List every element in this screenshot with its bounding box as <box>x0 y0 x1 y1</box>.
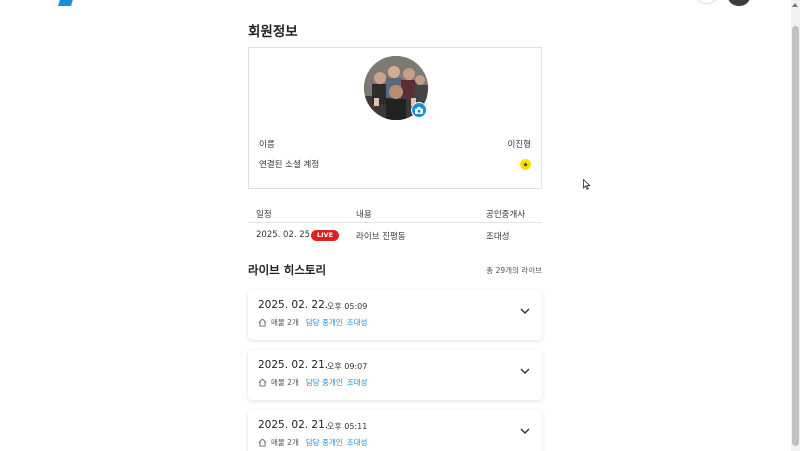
history-count: 총 29개의 라이브 <box>486 266 542 275</box>
header-content: 내용 <box>356 210 372 220</box>
history-item[interactable]: 2025. 02. 21. 오후 09:07 매물 2개 담당 중개인 조대성 <box>248 350 542 400</box>
history-property: 매물 2개 <box>271 378 299 387</box>
home-icon <box>258 378 267 387</box>
chevron-down-icon[interactable] <box>520 427 530 435</box>
history-agent-name[interactable]: 조대성 <box>347 437 368 448</box>
scrollbar[interactable] <box>791 0 800 451</box>
mouse-cursor-icon <box>583 179 591 190</box>
name-row: 이름 이진형 <box>259 138 531 150</box>
page-title: 회원정보 <box>248 24 298 40</box>
schedule-agent: 조대성 <box>486 232 510 242</box>
social-label: 연결된 소셜 계정 <box>259 160 320 170</box>
history-time: 오후 09:07 <box>327 362 368 371</box>
schedule-date: 2025. 02. 25. <box>256 230 313 240</box>
history-meta: 매물 2개 담당 중개인 조대성 <box>258 437 367 448</box>
history-item[interactable]: 2025. 02. 22. 오후 05:09 매물 2개 담당 중개인 조대성 <box>248 290 542 340</box>
history-agent-label[interactable]: 담당 중개인 <box>306 437 343 448</box>
header-avatar[interactable] <box>728 0 750 6</box>
header-menu-button[interactable] <box>696 0 718 4</box>
history-date: 2025. 02. 21. <box>258 359 329 371</box>
history-agent-label[interactable]: 담당 중개인 <box>306 317 343 328</box>
history-title: 라이브 히스토리 <box>248 263 327 277</box>
social-row: 연결된 소셜 계정 <box>259 158 531 170</box>
chevron-down-icon[interactable] <box>520 307 530 315</box>
history-property: 매물 2개 <box>271 318 299 327</box>
live-badge: LIVE <box>311 230 340 241</box>
history-date: 2025. 02. 22. <box>258 299 329 311</box>
camera-button[interactable] <box>411 102 427 118</box>
scroll-thumb[interactable] <box>792 26 799 446</box>
history-time: 오후 05:09 <box>327 302 368 311</box>
history-meta: 매물 2개 담당 중개인 조대성 <box>258 317 367 328</box>
schedule-table: 일정 내용 공인중개사 2025. 02. 25. LIVE 라이브 진평동 조… <box>248 203 542 247</box>
schedule-content: 라이브 진평동 <box>356 232 406 242</box>
logo-icon[interactable] <box>58 0 74 6</box>
name-value: 이진형 <box>507 140 531 150</box>
history-property: 매물 2개 <box>271 438 299 447</box>
history-time: 오후 05:11 <box>327 422 368 431</box>
kakao-icon[interactable] <box>520 158 531 170</box>
scroll-up-arrow-icon[interactable] <box>792 3 798 7</box>
profile-card: 이름 이진형 연결된 소셜 계정 <box>248 47 542 189</box>
history-agent-name[interactable]: 조대성 <box>347 377 368 388</box>
schedule-header: 일정 내용 공인중개사 <box>248 203 542 223</box>
camera-icon <box>415 106 423 114</box>
history-date: 2025. 02. 21. <box>258 419 329 431</box>
name-label: 이름 <box>259 140 275 150</box>
home-icon <box>258 438 267 447</box>
header-agent: 공인중개사 <box>486 210 526 220</box>
home-icon <box>258 318 267 327</box>
history-item[interactable]: 2025. 02. 21. 오후 05:11 매물 2개 담당 중개인 조대성 <box>248 410 542 451</box>
history-agent-label[interactable]: 담당 중개인 <box>306 377 343 388</box>
page: 회원정보 이름 이진형 연결된 소셜 계정 일정 내용 공인중개사 2025. … <box>0 0 800 451</box>
history-agent-name[interactable]: 조대성 <box>347 317 368 328</box>
header-date: 일정 <box>256 210 272 220</box>
schedule-row[interactable]: 2025. 02. 25. LIVE 라이브 진평동 조대성 <box>248 223 542 247</box>
chevron-down-icon[interactable] <box>520 367 530 375</box>
history-meta: 매물 2개 담당 중개인 조대성 <box>258 377 367 388</box>
